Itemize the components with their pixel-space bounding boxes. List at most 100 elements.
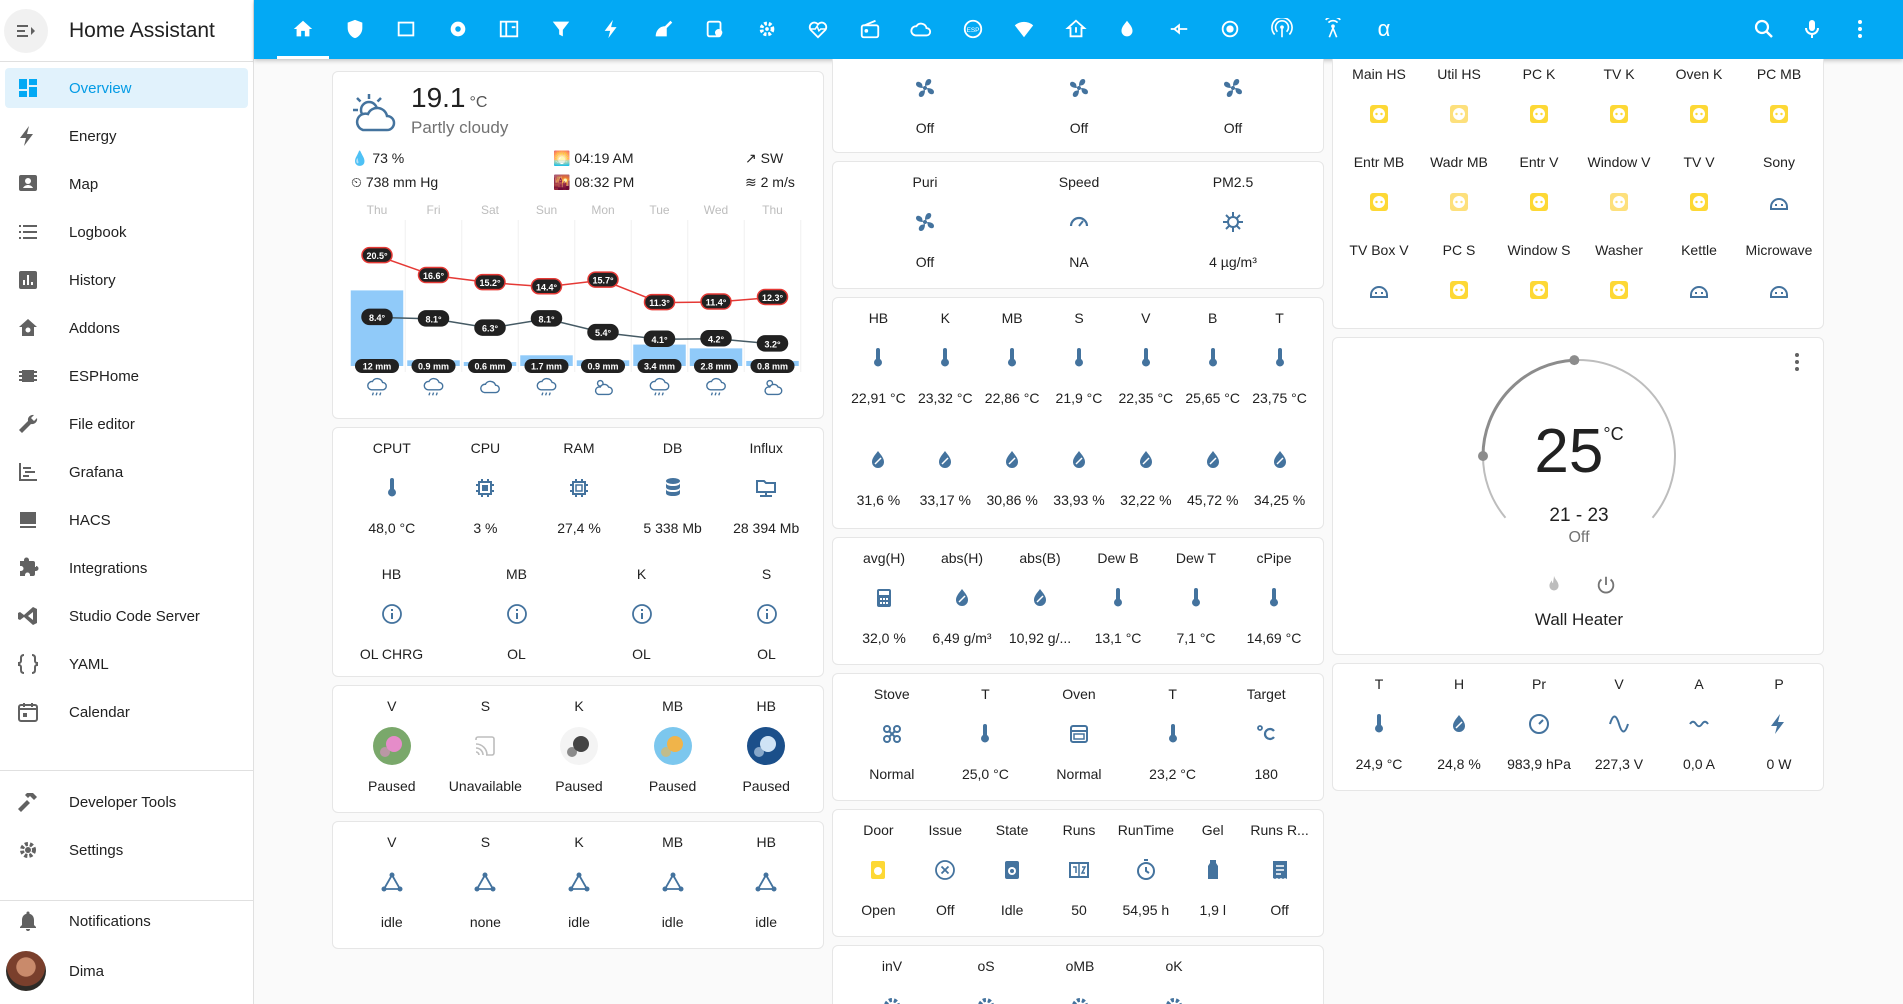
high-setpoint-handle[interactable]	[1569, 355, 1580, 366]
entity-plug-r2-2[interactable]: Window S	[1499, 240, 1579, 302]
entity-kitchen-2[interactable]: Oven Normal	[1032, 684, 1126, 784]
entity-humidity-4[interactable]: 32,22 %	[1112, 448, 1179, 510]
entity-plug-r1-5[interactable]: Sony	[1739, 152, 1819, 214]
entity-power-0[interactable]: T 24,9 °C	[1339, 674, 1419, 774]
entity-calc-5[interactable]: cPipe 14,69 °C	[1235, 548, 1313, 648]
sidebar-item-integrations[interactable]: Integrations	[5, 548, 248, 588]
entity-media-0[interactable]: V Paused	[345, 696, 439, 796]
entity-temp-0[interactable]: HB 22,91 °C	[845, 308, 912, 408]
entity-purifier-0[interactable]: Puri Off	[848, 172, 1002, 272]
entity-power-1[interactable]: H 24,8 %	[1419, 674, 1499, 774]
entity-plug-r0-2[interactable]: PC K	[1499, 64, 1579, 126]
tab-panel[interactable]	[489, 9, 529, 49]
entity-extra-1[interactable]: oS	[939, 956, 1033, 1004]
entity-temp-1[interactable]: K 23,32 °C	[912, 308, 979, 408]
sidebar-item-settings[interactable]: Settings	[5, 830, 248, 870]
tab-flash[interactable]	[592, 9, 632, 49]
entity-calc-2[interactable]: abs(B) 10,92 g/...	[1001, 548, 1079, 648]
entity-calc-3[interactable]: Dew B 13,1 °C	[1079, 548, 1157, 648]
dots-vertical-icon[interactable]	[1785, 350, 1809, 374]
sidebar-item-developer-tools[interactable]: Developer Tools	[5, 782, 248, 822]
entity-humidity-6[interactable]: 34,25 %	[1246, 448, 1313, 510]
entity-washer-2[interactable]: State Idle	[979, 820, 1046, 920]
entity-network-2[interactable]: Kidle	[532, 832, 626, 932]
tab-alpha[interactable]: α	[1364, 9, 1404, 49]
menu-toggle-button[interactable]	[4, 8, 48, 53]
entity-system-0[interactable]: CPUT 48,0 °C	[345, 438, 439, 538]
thermostat-card[interactable]: 25°C 21 - 23 Off Wall Heater	[1332, 337, 1824, 655]
fire-icon[interactable]	[1543, 574, 1565, 596]
sidebar-item-calendar[interactable]: Calendar	[5, 692, 248, 732]
tab-record[interactable]	[438, 9, 478, 49]
entity-media-1[interactable]: S Unavailable	[439, 696, 533, 796]
tab-shield[interactable]	[335, 9, 375, 49]
sidebar-item-file-editor[interactable]: File editor	[5, 404, 248, 444]
entity-plug-r0-3[interactable]: TV K	[1579, 64, 1659, 126]
entity-plug-r1-3[interactable]: Window V	[1579, 152, 1659, 214]
entity-network-1[interactable]: Snone	[439, 832, 533, 932]
entity-system-2[interactable]: RAM 27,4 %	[532, 438, 626, 538]
entity-system-3[interactable]: DB 5 338 Mb	[626, 438, 720, 538]
entity-network-0[interactable]: Vidle	[345, 832, 439, 932]
tab-robot-vacuum[interactable]	[644, 9, 684, 49]
tab-circle-dot[interactable]	[1210, 9, 1250, 49]
entity-plug-r0-5[interactable]: PC MB	[1739, 64, 1819, 126]
entity-kitchen-4[interactable]: Target 180	[1219, 684, 1313, 784]
entity-system-1[interactable]: CPU 3 %	[439, 438, 533, 538]
entity-system-4[interactable]: Influx 28 394 Mb	[719, 438, 813, 538]
entity-fan-0[interactable]: Off	[848, 76, 1002, 138]
entity-washer-3[interactable]: Runs 50	[1046, 820, 1113, 920]
sidebar-item-user[interactable]: Dima	[5, 951, 248, 991]
entity-plug-r2-1[interactable]: PC S	[1419, 240, 1499, 302]
sidebar-item-studio-code-server[interactable]: Studio Code Server	[5, 596, 248, 636]
entity-power-5[interactable]: P 0 W	[1739, 674, 1819, 774]
entity-humidity-0[interactable]: 31,6 %	[845, 448, 912, 510]
entity-washer-1[interactable]: Issue Off	[912, 820, 979, 920]
entity-humidity-1[interactable]: 33,17 %	[912, 448, 979, 510]
entity-plug-r2-4[interactable]: Kettle	[1659, 240, 1739, 302]
entity-washer-5[interactable]: Gel 1,9 l	[1179, 820, 1246, 920]
entity-purifier-1[interactable]: Speed NA	[1002, 172, 1156, 272]
entity-plug-r2-0[interactable]: TV Box V	[1339, 240, 1419, 302]
entity-plug-r1-2[interactable]: Entr V	[1499, 152, 1579, 214]
sidebar-item-hacs[interactable]: HACS	[5, 500, 248, 540]
tab-heart-pulse[interactable]	[798, 9, 838, 49]
entity-washer-4[interactable]: RunTime 54,95 h	[1112, 820, 1179, 920]
entity-fan-1[interactable]: Off	[1002, 76, 1156, 138]
entity-temp-3[interactable]: S 21,9 °C	[1046, 308, 1113, 408]
tab-water[interactable]	[1107, 9, 1147, 49]
weather-card[interactable]: 19.1 °C Partly cloudy 💧 73 % ⏲ 738 mm Hg …	[332, 71, 824, 419]
sidebar-item-history[interactable]: History	[5, 260, 248, 300]
entity-network-3[interactable]: MB idle	[626, 832, 720, 932]
entity-ups-3[interactable]: S OL	[704, 564, 829, 664]
entity-temp-5[interactable]: B 25,65 °C	[1179, 308, 1246, 408]
entity-calc-4[interactable]: Dew T 7,1 °C	[1157, 548, 1235, 648]
entity-plug-r2-5[interactable]: Microwave	[1739, 240, 1819, 302]
entity-plug-r0-0[interactable]: Main HS	[1339, 64, 1419, 126]
tab-settings-cog[interactable]	[747, 9, 787, 49]
search-button[interactable]	[1744, 9, 1784, 49]
entity-power-3[interactable]: V 227,3 V	[1579, 674, 1659, 774]
entity-temp-2[interactable]: MB 22,86 °C	[979, 308, 1046, 408]
tab-filter[interactable]	[541, 9, 581, 49]
entity-ups-0[interactable]: HB OL CHRG	[329, 564, 454, 664]
power-icon[interactable]	[1595, 574, 1617, 596]
entity-extra-2[interactable]: oMB	[1033, 956, 1127, 1004]
sidebar-item-overview[interactable]: Overview	[5, 68, 248, 108]
entity-purifier-2[interactable]: PM2.5 4 µg/m³	[1156, 172, 1310, 272]
tab-tasks[interactable]	[695, 9, 735, 49]
tab-wifi-tower[interactable]	[1313, 9, 1353, 49]
entity-fan-2[interactable]: Off	[1156, 76, 1310, 138]
entity-media-2[interactable]: K Paused	[532, 696, 626, 796]
entity-washer-6[interactable]: Runs R... Off	[1246, 820, 1313, 920]
entity-calc-0[interactable]: avg(H) 32,0 %	[845, 548, 923, 648]
sidebar-item-addons[interactable]: Addons	[5, 308, 248, 348]
entity-plug-r2-3[interactable]: Washer	[1579, 240, 1659, 302]
entity-kitchen-0[interactable]: Stove Normal	[845, 684, 939, 784]
voice-button[interactable]	[1792, 9, 1832, 49]
tab-home-thermometer[interactable]	[1056, 9, 1096, 49]
entity-washer-0[interactable]: Door Open	[845, 820, 912, 920]
sidebar-item-energy[interactable]: Energy	[5, 116, 248, 156]
entity-plug-r1-0[interactable]: Entr MB	[1339, 152, 1419, 214]
sidebar-item-logbook[interactable]: Logbook	[5, 212, 248, 252]
